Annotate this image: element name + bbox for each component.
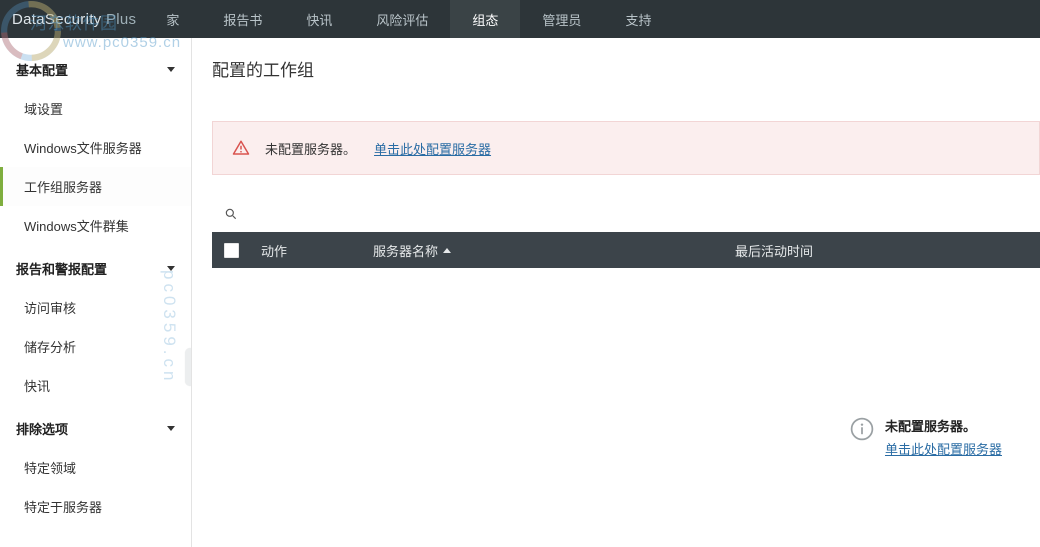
main-content: 配置的工作组 未配置服务器。 单击此处配置服务器 xyxy=(192,38,1040,547)
alert-message: 未配置服务器。 xyxy=(265,139,356,158)
sidebar-item-exclude-server[interactable]: 特定于服务器 xyxy=(0,487,191,526)
sidebar-item-winfs[interactable]: Windows文件服务器 xyxy=(0,128,191,167)
sidebar-section-report[interactable]: 报告和警报配置 xyxy=(0,245,191,288)
sidebar-section-exclude[interactable]: 排除选项 xyxy=(0,405,191,448)
brand-suffix: Plus xyxy=(106,11,136,28)
nav-risk[interactable]: 风险评估 xyxy=(354,0,450,38)
nav-admin[interactable]: 管理员 xyxy=(520,0,603,38)
table-search-row xyxy=(212,203,1040,232)
column-last-activity[interactable]: 最后活动时间 xyxy=(735,241,813,260)
alert-banner: 未配置服务器。 单击此处配置服务器 xyxy=(212,121,1040,175)
sidebar-item-news[interactable]: 快讯 xyxy=(0,366,191,405)
sidebar-section-basic[interactable]: 基本配置 xyxy=(0,46,191,89)
brand: DataSecurity Plus xyxy=(8,11,144,28)
empty-configure-link[interactable]: 单击此处配置服务器 xyxy=(885,442,1002,457)
sidebar: 基本配置 域设置 Windows文件服务器 工作组服务器 Windows文件群集… xyxy=(0,38,192,547)
brand-name: DataSecurity xyxy=(12,11,101,28)
chevron-down-icon xyxy=(167,266,175,271)
nav-home[interactable]: 家 xyxy=(144,0,201,38)
sidebar-section-exclude-label: 排除选项 xyxy=(16,419,68,438)
warning-icon xyxy=(231,138,251,158)
column-server-name-label: 服务器名称 xyxy=(373,241,438,260)
nav-config[interactable]: 组态 xyxy=(450,0,520,38)
page-title: 配置的工作组 xyxy=(212,56,1040,81)
sidebar-item-audit[interactable]: 访问审核 xyxy=(0,288,191,327)
empty-state: 未配置服务器。 单击此处配置服务器 xyxy=(849,416,1002,458)
sidebar-section-report-label: 报告和警报配置 xyxy=(16,259,107,278)
sort-asc-icon xyxy=(443,248,451,253)
top-nav: DataSecurity Plus 家 报告书 快讯 风险评估 组态 管理员 支… xyxy=(0,0,1040,38)
nav-news[interactable]: 快讯 xyxy=(284,0,354,38)
table-header: 动作 服务器名称 最后活动时间 xyxy=(212,232,1040,268)
nav-support[interactable]: 支持 xyxy=(603,0,673,38)
sidebar-item-workgroup[interactable]: 工作组服务器 xyxy=(0,167,191,206)
search-icon[interactable] xyxy=(224,207,238,221)
alert-configure-link[interactable]: 单击此处配置服务器 xyxy=(374,139,491,158)
sidebar-item-storage[interactable]: 储存分析 xyxy=(0,327,191,366)
chevron-down-icon xyxy=(167,67,175,72)
select-all-checkbox[interactable] xyxy=(224,243,239,258)
sidebar-item-domain[interactable]: 域设置 xyxy=(0,89,191,128)
empty-title: 未配置服务器。 xyxy=(885,416,1002,435)
sidebar-resize-handle[interactable] xyxy=(185,348,192,386)
chevron-down-icon xyxy=(167,426,175,431)
sidebar-item-exclude-domain[interactable]: 特定领域 xyxy=(0,448,191,487)
sidebar-section-basic-label: 基本配置 xyxy=(16,60,68,79)
info-icon xyxy=(849,416,875,442)
sidebar-item-wincluster[interactable]: Windows文件群集 xyxy=(0,206,191,245)
nav-report[interactable]: 报告书 xyxy=(201,0,284,38)
column-server-name[interactable]: 服务器名称 xyxy=(373,241,713,260)
column-action: 动作 xyxy=(261,241,351,260)
